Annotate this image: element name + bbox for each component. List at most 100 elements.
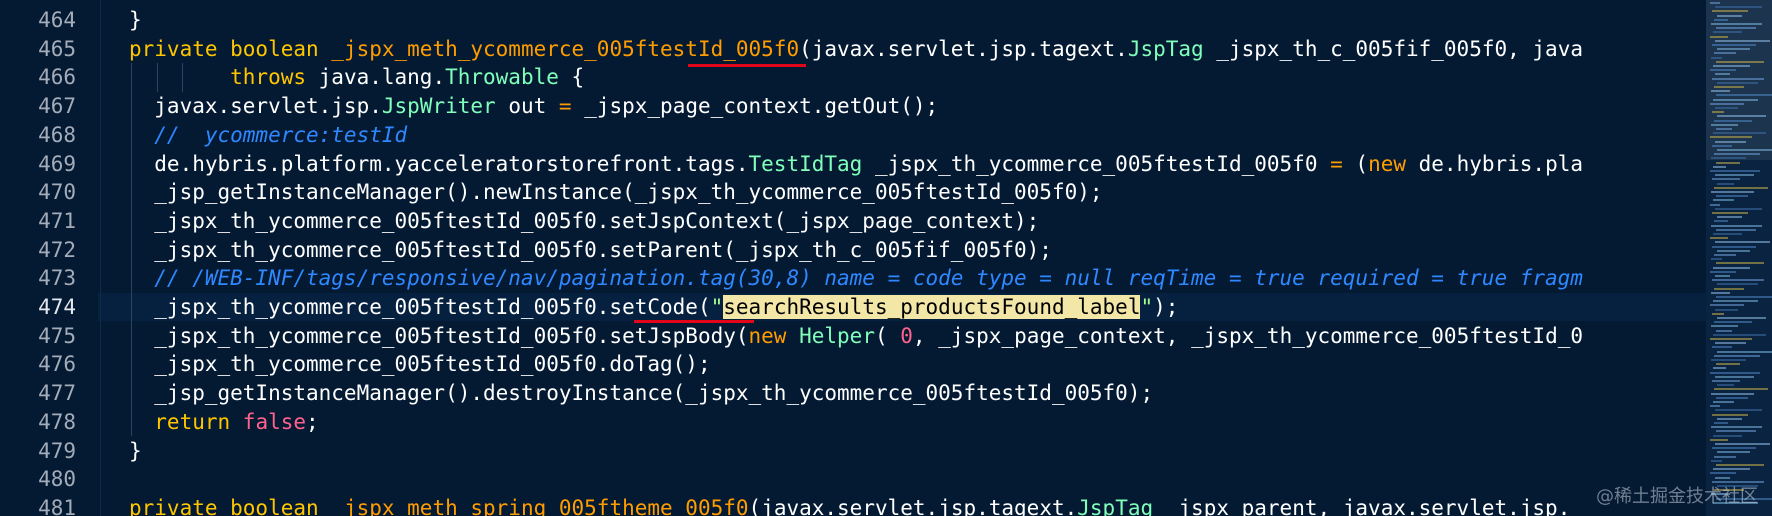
gutter-separator [100, 0, 101, 516]
minimap-line [1717, 115, 1766, 118]
line-number[interactable]: 480 [0, 465, 76, 493]
minimap-line [1716, 430, 1756, 433]
code-line[interactable]: javax.servlet.jsp.JspWriter out = _jspx_… [129, 92, 938, 120]
line-number[interactable]: 466 [0, 63, 76, 91]
code-line[interactable]: // /WEB-INF/tags/responsive/nav/paginati… [129, 264, 1583, 292]
minimap-line [1712, 144, 1732, 147]
minimap-line [1717, 350, 1772, 353]
line-number-gutter: 464 465 466 467 468 469 470 471 472 473 474 475 476 4… [0, 0, 98, 516]
code-token: _jspx_page_context.getOut(); [571, 94, 939, 119]
line-number[interactable]: 468 [0, 121, 76, 149]
code-line[interactable]: // ycommerce:testId [129, 121, 407, 149]
minimap-line [1717, 283, 1758, 286]
code-token: new [1368, 151, 1406, 176]
minimap-line [1712, 413, 1748, 416]
line-number[interactable]: 469 [0, 150, 76, 178]
line-number[interactable]: 475 [0, 322, 76, 350]
code-token: 0 [900, 323, 913, 348]
minimap-line [1717, 216, 1742, 219]
line-number[interactable]: 465 [0, 35, 76, 63]
code-token: _jspx_parent, javax.servlet.jsp. [1153, 495, 1571, 516]
search-highlight: searchResults_productsFound_label [723, 295, 1141, 319]
minimap-line [1714, 153, 1760, 156]
code-token: _jspx_th_ycommerce_005ftestId_005f0.setC… [129, 295, 711, 319]
code-token: _jspx_th_ycommerce_005ftestId_005f0 [862, 151, 1331, 176]
line-number[interactable]: 473 [0, 264, 76, 292]
minimap-line [1716, 60, 1764, 63]
minimap-line [1710, 371, 1760, 374]
code-token: private boolean [129, 495, 332, 516]
minimap-line [1716, 464, 1764, 466]
line-number[interactable]: 479 [0, 437, 76, 465]
code-line[interactable]: _jsp_getInstanceManager().newInstance(_j… [129, 178, 1102, 206]
red-underline-setcode [634, 320, 754, 323]
code-line[interactable]: _jspx_th_ycommerce_005ftestId_005f0.setP… [129, 236, 1052, 264]
minimap-line [1715, 107, 1738, 109]
minimap[interactable] [1706, 0, 1772, 516]
minimap-line [1716, 27, 1756, 30]
minimap-line [1711, 325, 1738, 328]
minimap-line [1713, 266, 1750, 269]
code-line[interactable]: _jspx_th_ycommerce_005ftestId_005f0.setJ… [129, 207, 1039, 235]
code-token: JspTag [1127, 36, 1204, 61]
code-token: return [129, 409, 243, 434]
minimap-line [1712, 178, 1740, 181]
line-number[interactable]: 478 [0, 408, 76, 436]
code-token: , _jspx_page_context, _jspx_th_ycommerce… [912, 323, 1584, 348]
line-number[interactable]: 476 [0, 350, 76, 378]
minimap-line [1711, 291, 1730, 294]
code-line[interactable]: } [129, 6, 142, 34]
code-token: _jspx_th_ycommerce_005ftestId_005f0.doTa… [129, 352, 711, 377]
minimap-line [1712, 77, 1764, 80]
minimap-line [1717, 417, 1742, 420]
code-token: _jspx_th_ycommerce_005ftestId_005f0.setP… [129, 237, 1052, 262]
minimap-line [1712, 44, 1756, 46]
minimap-line [1714, 220, 1728, 223]
minimap-line [1713, 468, 1750, 471]
code-line[interactable]: private boolean _jspx_meth_ycommerce_005… [129, 35, 1583, 63]
minimap-line [1714, 18, 1728, 21]
minimap-line [1717, 149, 1772, 151]
minimap-line [1713, 165, 1726, 168]
code-line[interactable]: private boolean _jspx_meth_spring_005fth… [129, 494, 1570, 516]
code-line[interactable]: throws java.lang.Throwable { [129, 63, 584, 91]
red-underline-testid [688, 64, 806, 67]
code-token: ( [874, 323, 901, 348]
line-number[interactable]: 481 [0, 494, 76, 516]
code-line[interactable]: _jspx_th_ycommerce_005ftestId_005f0.setJ… [129, 322, 1583, 350]
code-line[interactable]: _jspx_th_ycommerce_005ftestId_005f0.setC… [129, 293, 1178, 321]
line-number[interactable]: 477 [0, 379, 76, 407]
code-editor[interactable]: 464 465 466 467 468 469 470 471 472 473 474 475 476 4… [0, 0, 1706, 516]
code-token: } [129, 438, 142, 463]
minimap-line [1713, 132, 1766, 135]
code-token: = [558, 94, 572, 119]
minimap-line [1713, 98, 1758, 101]
code-token: } [129, 8, 142, 32]
code-line[interactable]: de.hybris.platform.yacceleratorstorefron… [129, 150, 1583, 178]
minimap-line [1717, 48, 1750, 51]
line-number[interactable]: 470 [0, 178, 76, 206]
line-number[interactable]: 471 [0, 207, 76, 235]
minimap-line [1711, 191, 1754, 193]
minimap-line [1716, 296, 1772, 298]
minimap-line [1710, 69, 1736, 72]
minimap-line [1717, 317, 1766, 319]
minimap-line [1712, 312, 1724, 315]
minimap-line [1714, 422, 1728, 424]
minimap-line [1710, 472, 1736, 475]
minimap-line [1711, 90, 1730, 93]
line-number[interactable]: 464 [0, 6, 76, 34]
code-line[interactable]: } [129, 437, 142, 465]
minimap-line [1710, 405, 1720, 408]
code-line[interactable]: return false; [129, 408, 319, 436]
line-number[interactable]: 474 [0, 293, 76, 321]
minimap-line [1711, 359, 1746, 361]
minimap-line [1714, 354, 1760, 357]
line-number[interactable]: 467 [0, 92, 76, 120]
code-line[interactable]: _jspx_th_ycommerce_005ftestId_005f0.doTa… [129, 350, 711, 378]
minimap-line [1715, 409, 1762, 412]
line-number[interactable]: 472 [0, 236, 76, 264]
code-line[interactable]: _jsp_getInstanceManager().destroyInstanc… [129, 379, 1153, 407]
code-token: ; [306, 409, 319, 434]
